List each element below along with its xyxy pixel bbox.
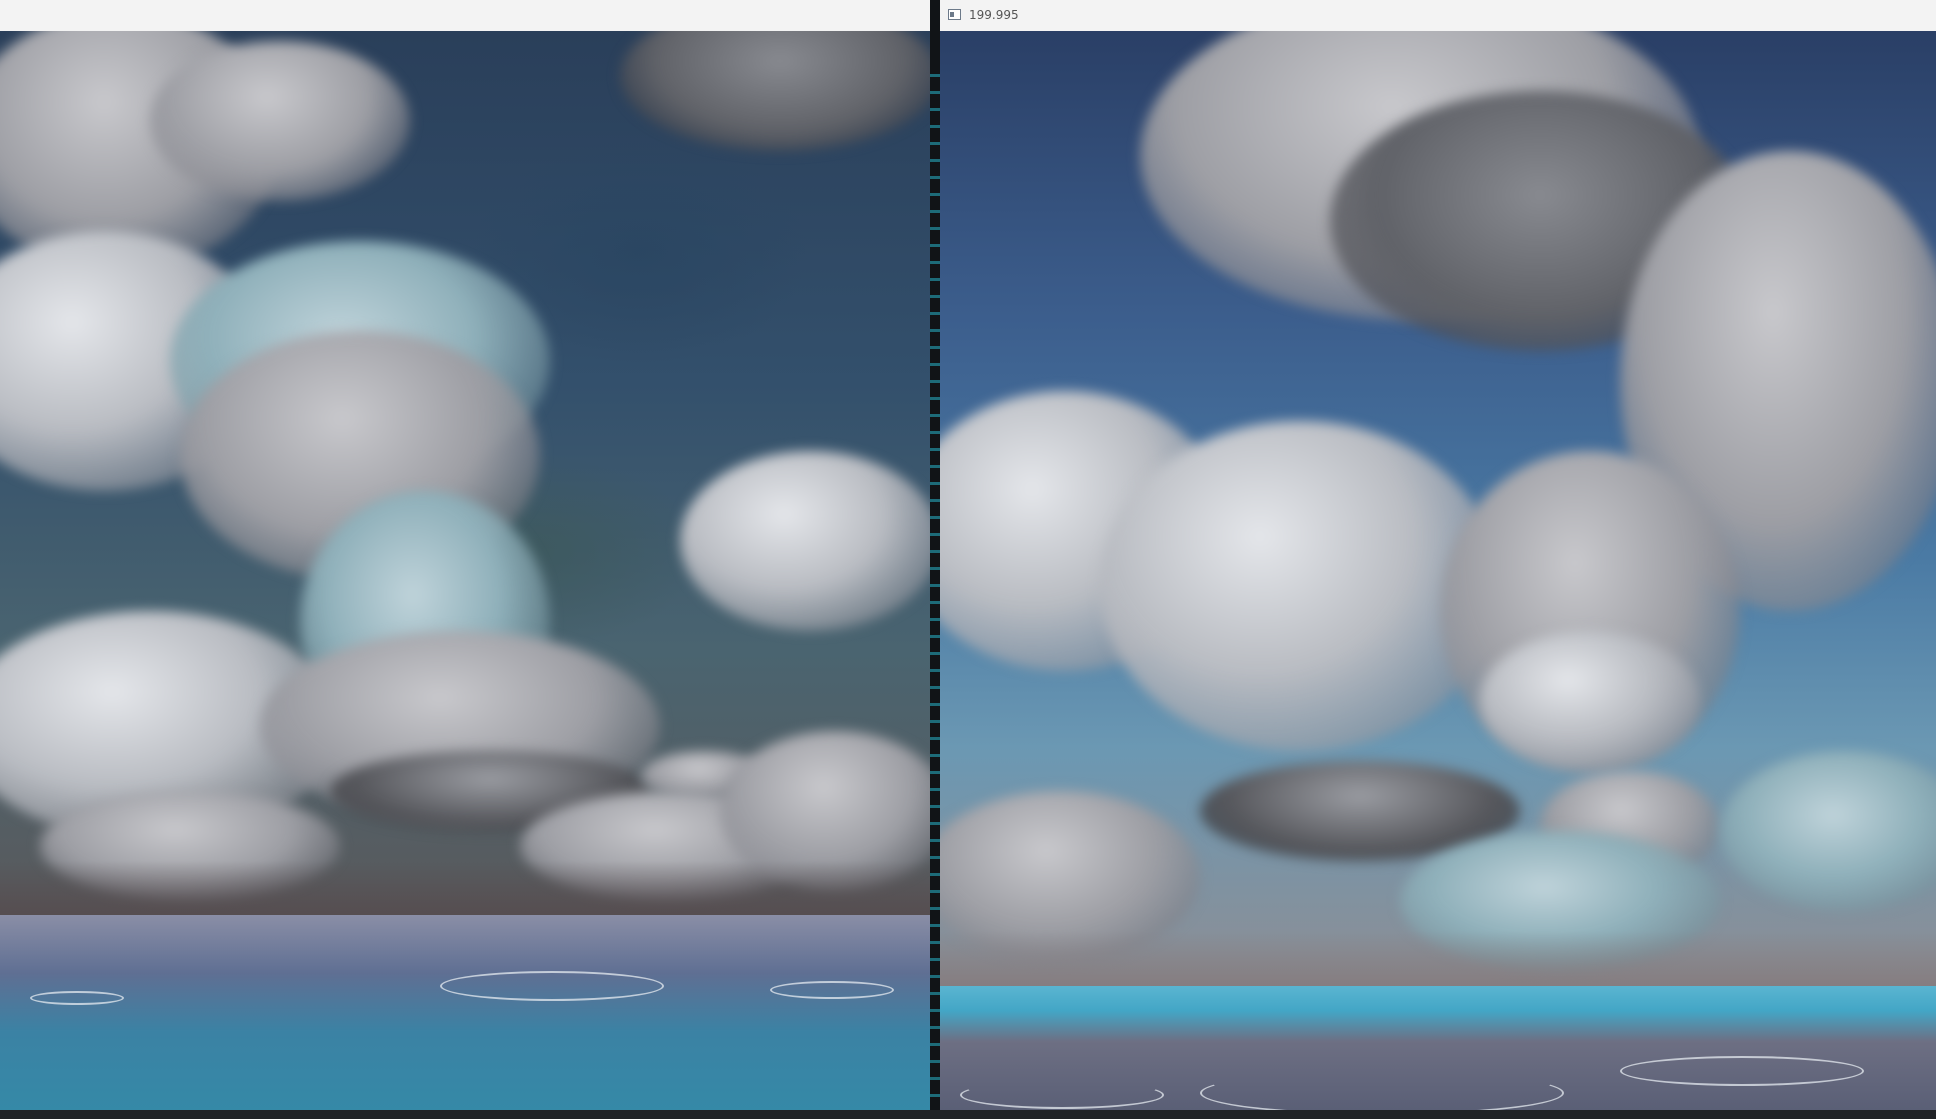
window-title: 199.995 (969, 8, 1019, 22)
console-output-strip (930, 60, 940, 1100)
taskbar-edge (0, 1110, 1936, 1119)
cloud (150, 41, 410, 201)
render-viewport[interactable] (940, 31, 1936, 1110)
wave-foam (770, 981, 894, 999)
title-bar[interactable]: 199.995 (940, 0, 1936, 32)
wave-foam (440, 971, 664, 1001)
wave-foam (1200, 1071, 1564, 1110)
horizon-haze (0, 861, 930, 917)
title-bar[interactable] (0, 0, 930, 32)
app-icon (948, 9, 961, 20)
render-window-right[interactable]: 199.995 (940, 0, 1936, 1110)
wave-foam (1620, 1056, 1864, 1086)
wave-foam (960, 1081, 1164, 1109)
horizon-haze (940, 931, 1936, 989)
wave-foam (30, 991, 124, 1005)
cloud (1480, 631, 1700, 771)
ocean (0, 915, 930, 1110)
render-window-left[interactable] (0, 0, 930, 1110)
cloud (1100, 421, 1500, 751)
render-viewport[interactable] (0, 31, 930, 1110)
cloud (680, 451, 930, 631)
